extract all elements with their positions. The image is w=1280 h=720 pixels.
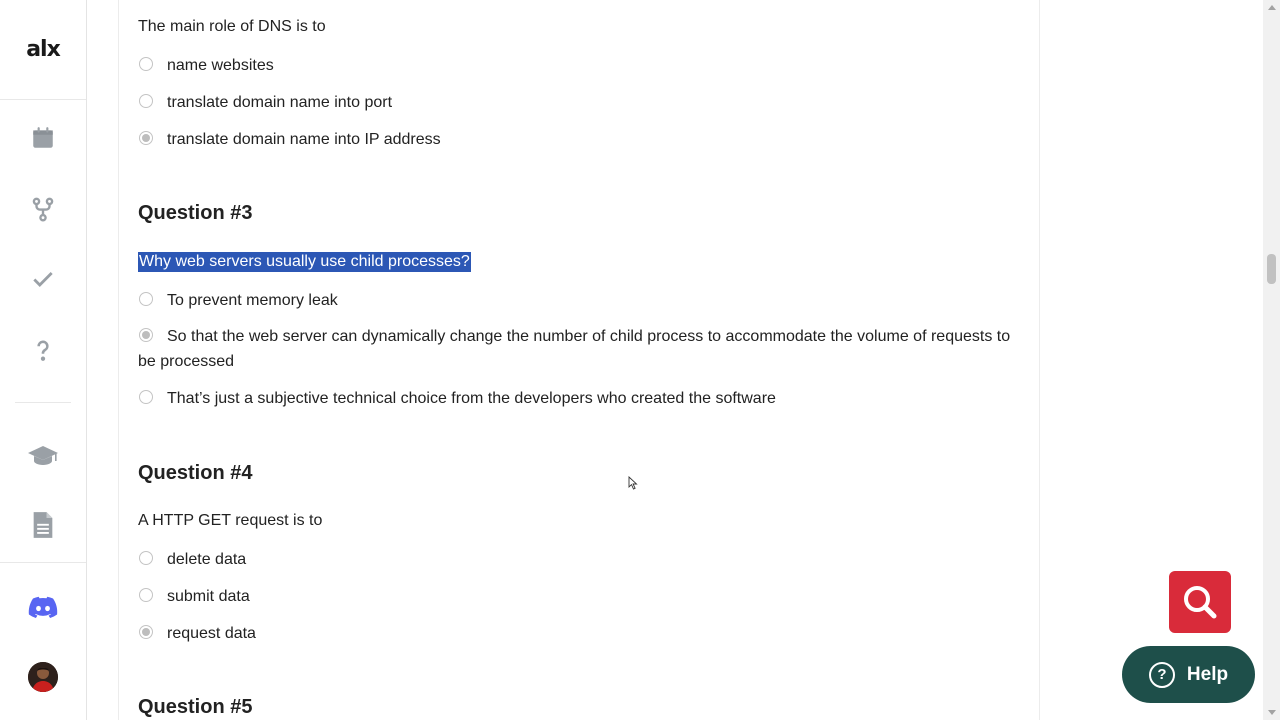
question-title: Question #5 (138, 696, 253, 718)
help-circle-icon: ? (1148, 661, 1175, 688)
answer-option[interactable]: translate domain name into IP address (138, 127, 1018, 152)
quiz-content: The main role of DNS is to name websites… (118, 0, 1040, 720)
answer-option[interactable]: That’s just a subjective technical choic… (138, 386, 1018, 411)
question-title: Question #3 (138, 202, 253, 224)
mouse-cursor-icon (628, 475, 638, 495)
branch-icon[interactable] (0, 184, 86, 234)
answer-option[interactable]: To prevent memory leak (138, 288, 1018, 313)
question-title: Question #4 (138, 462, 253, 484)
document-icon[interactable] (0, 500, 86, 550)
question-icon[interactable] (0, 325, 86, 375)
answer-option[interactable]: request data (138, 621, 1018, 646)
calendar-icon[interactable] (0, 113, 86, 163)
answer-option[interactable]: name websites (138, 53, 1018, 78)
radio-button-selected[interactable] (139, 625, 153, 639)
option-label: delete data (167, 551, 247, 568)
radio-button[interactable] (139, 94, 153, 108)
scroll-down-icon[interactable] (1268, 710, 1276, 715)
question-prompt: A HTTP GET request is to (138, 512, 323, 529)
radio-button-selected[interactable] (139, 131, 153, 145)
alx-logo[interactable]: alx (0, 0, 86, 100)
radio-button[interactable] (139, 588, 153, 602)
option-label: So that the web server can dynamically c… (138, 328, 1011, 370)
answer-option[interactable]: submit data (138, 584, 1018, 609)
option-label: translate domain name into port (167, 94, 393, 111)
option-label: name websites (167, 57, 274, 74)
radio-button[interactable] (139, 390, 153, 404)
question-prompt-highlighted: Why web servers usually use child proces… (138, 252, 471, 272)
sidebar: alx (0, 0, 87, 720)
scroll-up-icon[interactable] (1268, 5, 1276, 10)
option-label: That’s just a subjective technical choic… (167, 390, 776, 407)
graduation-cap-icon[interactable] (0, 430, 86, 480)
avatar[interactable] (28, 662, 58, 692)
radio-button[interactable] (139, 57, 153, 71)
check-icon[interactable] (0, 254, 86, 304)
answer-option[interactable]: So that the web server can dynamically c… (138, 324, 1018, 374)
search-button[interactable] (1169, 571, 1231, 633)
scroll-thumb[interactable] (1267, 254, 1276, 284)
radio-button[interactable] (139, 551, 153, 565)
answer-option[interactable]: translate domain name into port (138, 90, 1018, 115)
search-icon (1184, 586, 1217, 619)
question-prompt: The main role of DNS is to (138, 18, 326, 35)
option-label: translate domain name into IP address (167, 131, 441, 148)
help-button[interactable]: ? Help (1122, 646, 1255, 703)
option-label: request data (167, 625, 256, 642)
option-label: To prevent memory leak (167, 292, 338, 309)
radio-button-selected[interactable] (139, 328, 153, 342)
option-label: submit data (167, 588, 250, 605)
radio-button[interactable] (139, 292, 153, 306)
discord-icon[interactable] (0, 582, 86, 632)
answer-option[interactable]: delete data (138, 547, 1018, 572)
help-label: Help (1186, 663, 1229, 685)
page-scrollbar[interactable] (1263, 0, 1280, 720)
